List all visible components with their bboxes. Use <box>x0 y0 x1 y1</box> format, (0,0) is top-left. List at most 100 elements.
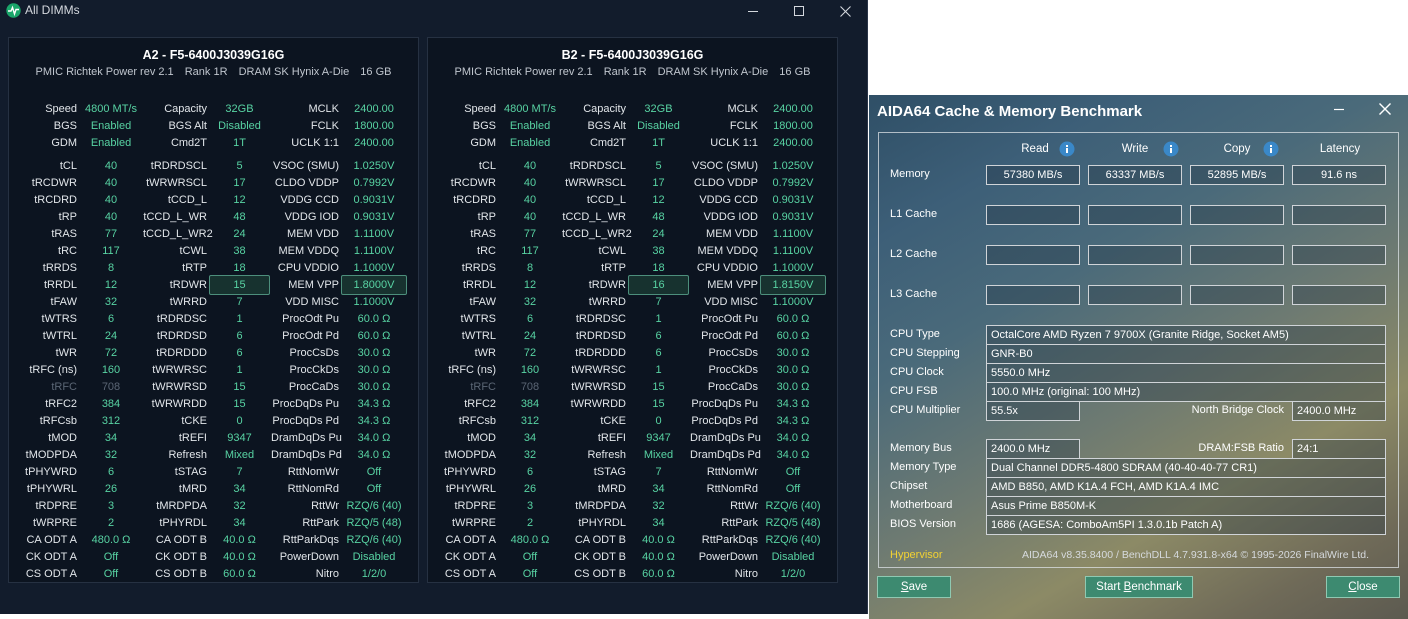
value-proccsds: 30.0 Ω <box>357 347 391 359</box>
minimize-button[interactable] <box>730 0 776 22</box>
info-icon[interactable] <box>1263 141 1279 157</box>
value-procodt-pu: 60.0 Ω <box>776 313 810 325</box>
close-button[interactable] <box>1371 99 1399 119</box>
value-trrdl: 12 <box>523 279 537 291</box>
label-trfc2: tRFC2 <box>464 398 496 410</box>
value-tccd-l-wr: 48 <box>652 211 665 223</box>
label-cmd2t: Cmd2T <box>170 137 207 149</box>
value-mclk: 2400.00 <box>773 103 813 115</box>
value-ca-odt-b: 40.0 Ω <box>223 534 256 546</box>
label-tfaw: tFAW <box>50 296 77 308</box>
value-trrds: 8 <box>107 262 115 274</box>
label-trrds: tRRDS <box>42 262 77 274</box>
value-tccd-l-wr2: 24 <box>233 228 246 240</box>
value-mem-vpp: 1.8150V <box>760 275 826 295</box>
start-benchmark-button[interactable]: Start Benchmark <box>1085 576 1193 598</box>
app-icon <box>6 3 21 18</box>
label-procodt-pd: ProcOdt Pd <box>701 330 758 342</box>
value-tccd-l: 12 <box>233 194 246 206</box>
value-proccads: 30.0 Ω <box>357 381 391 393</box>
minimize-button[interactable] <box>1325 99 1353 119</box>
cpu-type-value: OctalCore AMD Ryzen 7 9700X (Granite Rid… <box>986 325 1386 345</box>
start-label-post: enchmark <box>1131 581 1182 593</box>
close-dialog-button[interactable]: Close <box>1326 576 1400 598</box>
value-tmodpda: 32 <box>523 449 537 461</box>
label-twtrs: tWTRS <box>41 313 77 325</box>
label-cldo-vddp: CLDO VDDP <box>274 177 339 189</box>
value-gdm: Enabled <box>90 137 132 149</box>
label-trtp: tRTP <box>182 262 207 274</box>
label-twrpre: tWRPRE <box>33 517 77 529</box>
label-capacity: Capacity <box>164 103 207 115</box>
label-tmrd: tMRD <box>178 483 207 495</box>
info-icon[interactable] <box>1059 141 1075 157</box>
label-vsoc-smu: VSOC (SMU) <box>692 160 758 172</box>
label-twtrl: tWTRL <box>42 330 77 342</box>
label-fclk: FCLK <box>310 120 339 132</box>
dimm-panel-subtitle: PMIC Richtek Power rev 2.1 Rank 1R DRAM … <box>428 66 837 78</box>
label-tras: tRAS <box>470 228 496 240</box>
cpu-stepping-label: CPU Stepping <box>890 347 960 359</box>
label-trrdl: tRRDL <box>462 279 496 291</box>
hypervisor-label: Hypervisor <box>890 549 943 561</box>
value-twrwrsd: 15 <box>233 381 246 393</box>
label-tcl: tCL <box>478 160 496 172</box>
value-rttparkdqs: RZQ/6 (40) <box>346 534 402 546</box>
value-trdrddd: 6 <box>655 347 662 359</box>
value-vddg-ccd: 0.9031V <box>772 194 814 206</box>
value-twrwrscl: 17 <box>233 177 246 189</box>
label-trdwr: tRDWR <box>588 279 626 291</box>
value-trp: 40 <box>104 211 118 223</box>
all-dimms-window: All DIMMs A2 - F5-6400J3039G16G PMIC Ric… <box>0 0 868 614</box>
value-tfaw: 32 <box>104 296 118 308</box>
close-button[interactable] <box>822 0 868 22</box>
l3-read-value <box>986 285 1080 305</box>
label-trefi: tREFI <box>597 432 626 444</box>
label-trdrdsc: tRDRDSC <box>156 313 207 325</box>
value-dramdqds-pd: 34.0 Ω <box>776 449 810 461</box>
maximize-button[interactable] <box>776 0 822 22</box>
label-trc: tRC <box>58 245 77 257</box>
label-twrwrdd: tWRWRDD <box>570 398 626 410</box>
value-twrwrdd: 15 <box>233 398 246 410</box>
value-ck-odt-a: Off <box>522 551 538 563</box>
value-trfc2: 384 <box>520 398 540 410</box>
title-bar[interactable]: AIDA64 Cache & Memory Benchmark <box>869 95 1408 127</box>
dram-info: DRAM SK Hynix A-Die <box>657 66 769 78</box>
label-mclk: MCLK <box>727 103 758 115</box>
window-title: AIDA64 Cache & Memory Benchmark <box>877 103 1143 120</box>
value-twrwrscl: 17 <box>652 177 665 189</box>
value-tfaw: 32 <box>523 296 537 308</box>
save-button[interactable]: Save <box>877 576 951 598</box>
label-vsoc-smu: VSOC (SMU) <box>273 160 339 172</box>
label-powerdown: PowerDown <box>279 551 339 563</box>
value-rttwr: RZQ/6 (40) <box>346 500 402 512</box>
value-twrwrsd: 15 <box>652 381 665 393</box>
value-procodt-pd: 60.0 Ω <box>357 330 391 342</box>
label-trfc-ns: tRFC (ns) <box>448 364 496 376</box>
value-cldo-vddp: 0.7992V <box>772 177 814 189</box>
label-trdrdsd: tRDRDSD <box>156 330 207 342</box>
value-refresh: Mixed <box>224 449 255 461</box>
value-tcke: 0 <box>236 415 243 427</box>
info-icon[interactable] <box>1163 141 1179 157</box>
dimm-panel-subtitle: PMIC Richtek Power rev 2.1 Rank 1R DRAM … <box>9 66 418 78</box>
nb-clock-value: 2400.0 MHz <box>1292 401 1386 421</box>
label-tstag: tSTAG <box>174 466 207 478</box>
label-tcwl: tCWL <box>598 245 627 257</box>
label-ca-odt-b: CA ODT B <box>574 534 626 546</box>
label-cs-odt-a: CS ODT A <box>444 568 496 580</box>
value-nitro: 1/2/0 <box>780 568 806 580</box>
label-procckds: ProcCkDs <box>289 364 339 376</box>
rank-info: Rank 1R <box>184 66 228 78</box>
title-bar[interactable]: All DIMMs <box>0 0 868 22</box>
label-procdqds-pd: ProcDqDs Pd <box>691 415 758 427</box>
value-uclk-1-1: 2400.00 <box>773 137 813 149</box>
value-tcl: 40 <box>523 160 537 172</box>
value-tras: 77 <box>104 228 118 240</box>
label-rttpark: RttPark <box>721 517 758 529</box>
bios-label: BIOS Version <box>890 518 957 530</box>
label-gdm: GDM <box>51 137 77 149</box>
label-ck-odt-b: CK ODT B <box>155 551 207 563</box>
value-bgs-alt: Disabled <box>637 120 680 132</box>
